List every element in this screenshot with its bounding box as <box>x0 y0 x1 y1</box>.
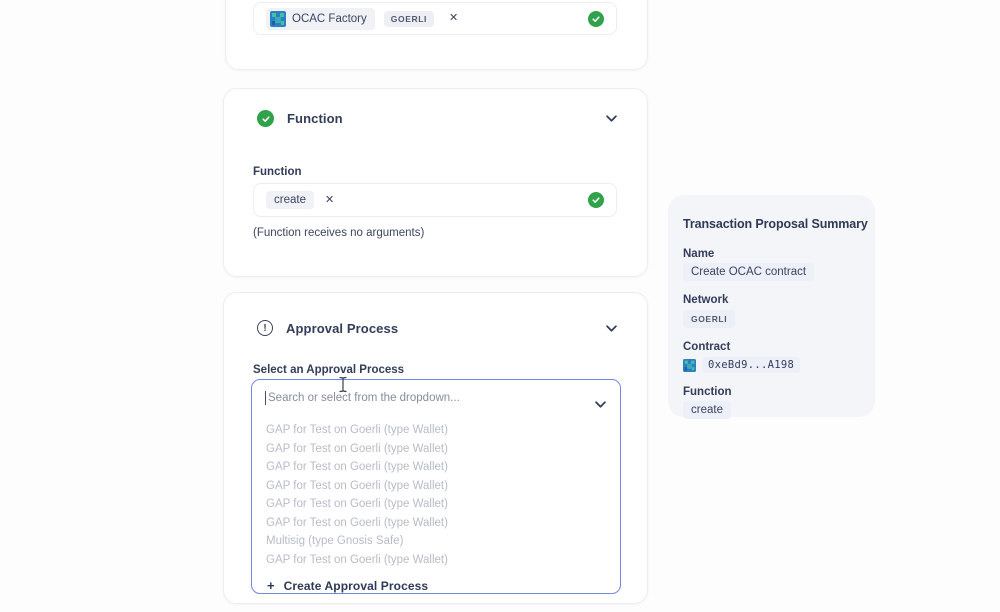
approval-card: ! Approval Process Select an Approval Pr… <box>223 292 648 604</box>
dropdown-option[interactable]: GAP for Test on Goerli (type Wallet) <box>252 421 620 440</box>
input-caret <box>265 391 266 405</box>
remove-contract-icon[interactable]: ✕ <box>449 13 458 24</box>
dropdown-option[interactable]: GAP for Test on Goerli (type Wallet) <box>252 440 620 459</box>
summary-name-label: Name <box>683 248 860 260</box>
chevron-down-icon[interactable] <box>606 115 617 122</box>
dropdown-option[interactable]: Multisig (type Gnosis Safe) <box>252 532 620 551</box>
summary-name-value: Create OCAC contract <box>683 263 814 281</box>
dropdown-option[interactable]: GAP for Test on Goerli (type Wallet) <box>252 477 620 496</box>
function-card-header[interactable]: Function <box>257 110 617 127</box>
contract-identicon-icon <box>270 11 286 27</box>
dropdown-option[interactable]: GAP for Test on Goerli (type Wallet) <box>252 495 620 514</box>
function-card-title: Function <box>287 111 343 126</box>
create-approval-process-label: Create Approval Process <box>284 579 429 593</box>
summary-function-value: create <box>683 401 731 419</box>
valid-check-icon <box>588 192 604 208</box>
approval-search-input[interactable] <box>252 380 620 416</box>
approval-card-title: Approval Process <box>286 321 398 336</box>
function-help-text: (Function receives no arguments) <box>253 227 424 239</box>
contract-card: OCAC Factory GOERLI ✕ <box>225 0 648 70</box>
chevron-down-icon[interactable] <box>595 395 606 413</box>
contract-select-box[interactable]: OCAC Factory GOERLI ✕ <box>253 2 617 35</box>
contract-identicon-icon <box>683 359 696 372</box>
selected-contract-label: OCAC Factory <box>292 13 367 25</box>
function-select-box[interactable]: create ✕ <box>253 183 617 217</box>
selected-function-chip: create <box>266 191 314 209</box>
dropdown-option[interactable]: GAP for Test on Goerli (type Wallet) <box>252 551 620 570</box>
alert-icon: ! <box>257 320 273 336</box>
dropdown-option[interactable]: GAP for Test on Goerli (type Wallet) <box>252 514 620 533</box>
transaction-proposal-summary-panel: Transaction Proposal Summary Name Create… <box>668 195 875 417</box>
dropdown-option[interactable]: GAP for Test on Goerli (type Wallet) <box>252 458 620 477</box>
approval-option-list: GAP for Test on Goerli (type Wallet) GAP… <box>252 416 620 594</box>
function-card: Function Function create ✕ (Function rec… <box>223 88 648 277</box>
approval-search-row <box>252 380 620 416</box>
chevron-down-icon[interactable] <box>606 325 617 332</box>
text-cursor-icon <box>338 376 348 398</box>
valid-check-icon <box>588 11 604 27</box>
approval-field-label: Select an Approval Process <box>253 364 404 376</box>
remove-function-icon[interactable]: ✕ <box>325 195 334 206</box>
function-field-label: Function <box>253 166 302 178</box>
selected-contract-chip: OCAC Factory <box>266 8 375 30</box>
plus-icon: + <box>267 579 275 592</box>
create-approval-process-button[interactable]: + Create Approval Process <box>252 574 620 594</box>
summary-title: Transaction Proposal Summary <box>683 217 860 231</box>
approval-card-header[interactable]: ! Approval Process <box>257 320 617 336</box>
summary-contract-address: 0xeBd9...A198 <box>702 357 800 373</box>
summary-contract-label: Contract <box>683 341 860 353</box>
summary-function-label: Function <box>683 386 860 398</box>
function-complete-icon <box>257 110 274 127</box>
network-badge: GOERLI <box>384 11 434 27</box>
summary-network-label: Network <box>683 294 860 306</box>
summary-network-badge: GOERLI <box>683 310 735 328</box>
approval-combobox: GAP for Test on Goerli (type Wallet) GAP… <box>251 379 621 594</box>
